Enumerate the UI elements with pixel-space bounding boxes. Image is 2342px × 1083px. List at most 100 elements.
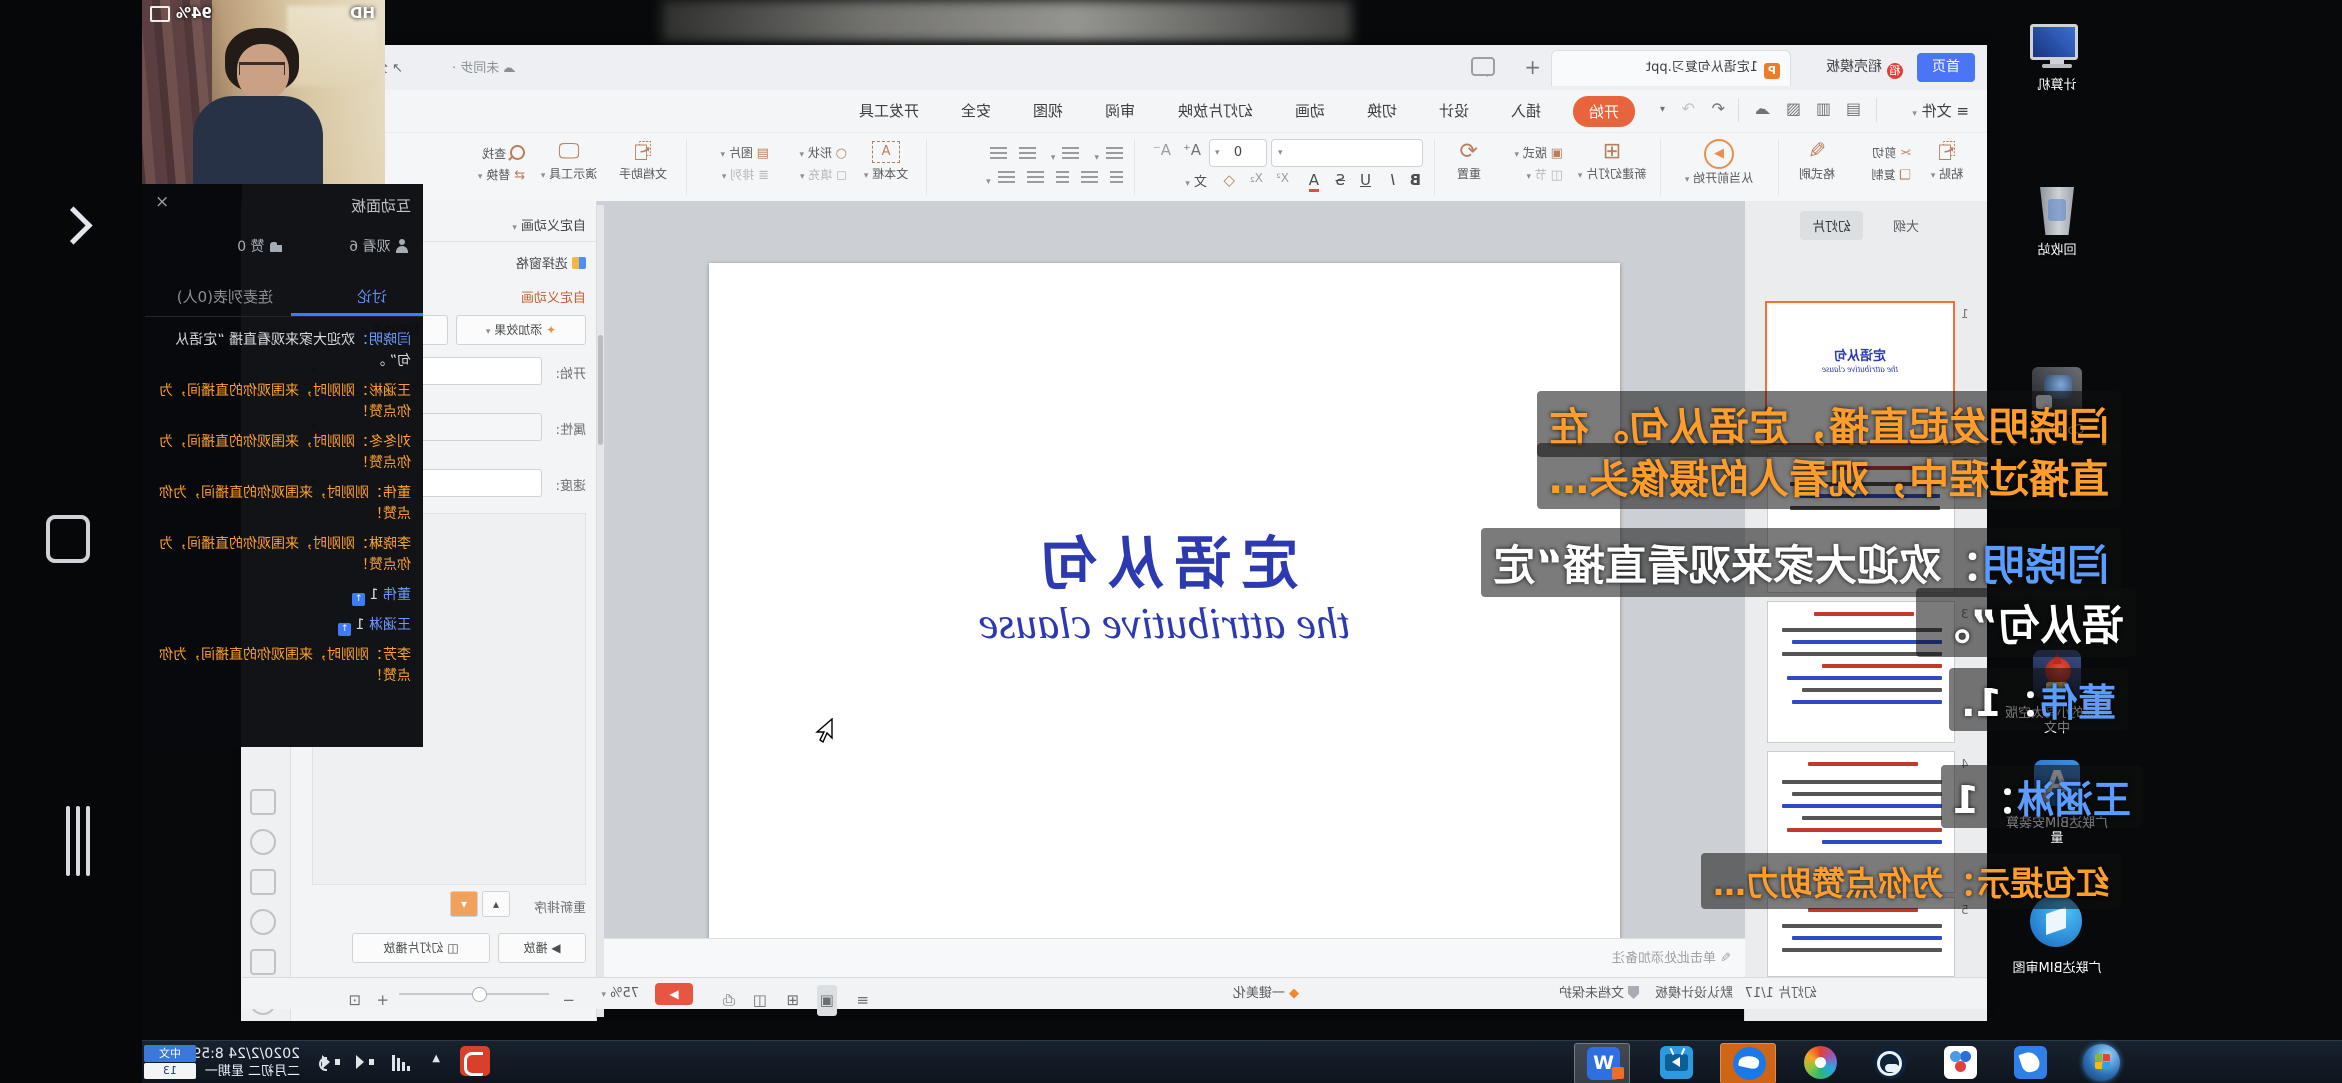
paste-button[interactable]: ⎗粘贴 ▾ xyxy=(1921,139,1973,182)
superscript-button[interactable]: X² xyxy=(1276,171,1289,185)
taskbar-app-360-browser[interactable] xyxy=(1792,1043,1846,1082)
network-icon[interactable] xyxy=(390,1055,410,1071)
save-icon[interactable]: ▤ xyxy=(1846,99,1861,118)
taskbar-app-dingtalk[interactable] xyxy=(1720,1043,1776,1083)
ribbon-tab-insert[interactable]: 插入 xyxy=(1511,100,1541,121)
reorder-up-button[interactable]: ▴ xyxy=(482,891,510,917)
bold-button[interactable]: B xyxy=(1410,171,1421,189)
close-icon[interactable]: × xyxy=(155,192,169,212)
italic-button[interactable]: I xyxy=(1391,171,1395,189)
fill-button[interactable]: ◻ 填充 ▾ xyxy=(800,167,847,185)
new-tab-button[interactable]: + xyxy=(1524,55,1541,79)
decrease-font-icon[interactable]: A⁻ xyxy=(1153,141,1171,159)
new-slide-button[interactable]: ⊞新建幻灯片 ▾ xyxy=(1573,139,1651,182)
slideshow-play-red-button[interactable]: ▶ xyxy=(655,983,693,1005)
template-name[interactable]: 默认设计模板 xyxy=(1655,978,1733,1009)
mute-speaker-icon[interactable] xyxy=(356,1055,374,1069)
desktop-icon-recycle-bin[interactable]: 回收站 xyxy=(2005,185,2109,258)
cloud-save-icon[interactable]: ☁ xyxy=(1755,99,1771,118)
zoom-in-button[interactable]: + xyxy=(376,985,389,1016)
slide-thumbnail-5[interactable] xyxy=(1767,897,1955,977)
ime-language-badge[interactable]: 中文 xyxy=(144,1045,196,1062)
textbox-button[interactable]: A 文本框 ▾ xyxy=(857,139,915,182)
underline-button[interactable]: U xyxy=(1360,171,1371,189)
feedback-balloon-icon[interactable] xyxy=(1471,57,1495,76)
taskbar-app-thunder[interactable] xyxy=(2002,1043,2056,1082)
play-button[interactable]: ▶ 播放 xyxy=(498,933,586,963)
timer-icon[interactable] xyxy=(250,909,276,935)
doc-assistant-button[interactable]: ⎗文档助手 xyxy=(611,139,675,182)
collapse-chevron-icon[interactable] xyxy=(54,206,92,244)
arrange-button[interactable]: ≣ 排列 ▾ xyxy=(722,167,769,185)
increase-font-icon[interactable]: A⁺ xyxy=(1183,141,1201,159)
find-button[interactable]: 查找 xyxy=(482,145,525,162)
normal-view-button[interactable]: ▣ xyxy=(817,985,837,1016)
subscript-button[interactable]: X₂ xyxy=(1250,171,1263,185)
image-button[interactable]: ▤ 图片 ▾ xyxy=(721,145,770,163)
font-name-combobox[interactable]: ▾ xyxy=(1271,139,1423,167)
preview-icon[interactable]: ▧ xyxy=(1786,99,1801,118)
format-painter-button[interactable]: ✎格式刷 xyxy=(1789,139,1845,182)
projector-icon[interactable]: ⎙ xyxy=(723,985,735,1016)
ribbon-tab-design[interactable]: 设计 xyxy=(1439,100,1469,121)
font-size-combobox[interactable]: 0▾ xyxy=(1209,139,1267,167)
tab-outline[interactable]: 大纲 xyxy=(1881,211,1931,240)
layout-button[interactable]: ▣ 版式 ▾ xyxy=(1515,145,1564,163)
home-tab-button[interactable]: 首页 xyxy=(1917,53,1975,82)
desktop-icon-computer[interactable]: 计算机 xyxy=(2005,20,2109,93)
effects-icon[interactable] xyxy=(250,829,276,855)
ribbon-tab-home[interactable]: 开始 xyxy=(1573,96,1635,127)
reorder-down-button[interactable]: ▾ xyxy=(450,891,478,917)
properties-icon[interactable] xyxy=(250,789,276,815)
ribbon-tab-review[interactable]: 审阅 xyxy=(1105,100,1135,121)
more-caret-icon[interactable]: ▾ xyxy=(1660,104,1665,115)
tab-discussion[interactable]: 讨论 xyxy=(357,286,387,307)
ribbon-tab-view[interactable]: 视图 xyxy=(1033,100,1063,121)
ribbon-tab-devtools[interactable]: 开发工具 xyxy=(859,100,919,121)
taskbar-app-qq-suite[interactable] xyxy=(1932,1043,1986,1082)
add-effect-button[interactable]: ✦ 添加效果 ▾ xyxy=(456,315,586,345)
bullet-numbering-row[interactable]: ▾ ▾ xyxy=(933,145,1123,164)
current-slide[interactable]: 定语从句 the attributive clause xyxy=(709,263,1620,975)
slideshow-play-button[interactable]: ◫ 幻灯片播放 xyxy=(352,933,490,963)
taskbar-app-browser-dark[interactable] xyxy=(1862,1043,1916,1082)
docer-template-tab[interactable]: 稻稻壳模板 xyxy=(1826,53,1903,82)
print-icon[interactable]: ▥ xyxy=(1816,99,1831,118)
tab-slides[interactable]: 幻灯片 xyxy=(1800,211,1863,240)
font-color-button[interactable]: A xyxy=(1309,171,1319,192)
notes-bar[interactable]: ✎ 单击此处添加备注 xyxy=(597,938,1745,979)
cut-button[interactable]: ✂ 剪切 xyxy=(1872,145,1911,162)
ribbon-tab-slideshow[interactable]: 幻灯片放映 xyxy=(1178,100,1253,121)
fit-slide-button[interactable]: ⊡ xyxy=(348,985,361,1016)
notes-toggle-icon[interactable]: ≡ xyxy=(856,985,869,1016)
reset-button[interactable]: ⟲重置 xyxy=(1445,139,1493,182)
start-button[interactable] xyxy=(2083,1044,2120,1081)
chart-icon[interactable] xyxy=(250,949,276,975)
replace-button[interactable]: ⇄ 替换 ▾ xyxy=(478,167,525,185)
ribbon-tab-transition[interactable]: 切换 xyxy=(1367,100,1397,121)
tray-red-app[interactable] xyxy=(454,1043,494,1082)
panel-toggle-icon[interactable] xyxy=(46,515,90,563)
taskbar-app-classroom[interactable] xyxy=(1648,1043,1702,1082)
document-tab[interactable]: P1定语从句复习.ppt xyxy=(1551,50,1791,86)
tab-mic-list[interactable]: 连麦列表(0人) xyxy=(177,286,273,307)
menu-file[interactable]: ≡ 文件 ▾ xyxy=(1912,100,1969,121)
present-tools-button[interactable]: 🖵演示工具 ▾ xyxy=(537,139,601,182)
zoom-out-button[interactable]: − xyxy=(562,985,575,1016)
section-button[interactable]: ◫ 节 ▾ xyxy=(1527,167,1564,185)
ribbon-tab-animation[interactable]: 动画 xyxy=(1295,100,1325,121)
zoom-percent[interactable]: 75% ▾ xyxy=(601,978,639,1011)
taskbar-app-wps[interactable]: W xyxy=(1574,1043,1630,1083)
reading-view-button[interactable]: ◫ xyxy=(753,985,767,1016)
undo-icon[interactable]: ↶ xyxy=(1712,99,1725,118)
volume-icon[interactable] xyxy=(322,1055,340,1069)
ribbon-tab-security[interactable]: 安全 xyxy=(961,100,991,121)
ime-secondary-badge[interactable]: 13 xyxy=(144,1063,196,1079)
media-icon[interactable] xyxy=(250,869,276,895)
shape-button[interactable]: ○ 形状 ▾ xyxy=(799,145,847,163)
chat-message-list[interactable]: 闫晓明：欢迎大家来观看直播 “定语从句” 。 王涵彬：刚刚时，来围观你的直播间，… xyxy=(159,330,411,696)
zoom-slider-thumb[interactable] xyxy=(472,987,487,1002)
phonetic-guide-button[interactable]: 文 ▾ xyxy=(1185,171,1207,190)
drag-handle-icon[interactable] xyxy=(60,806,90,878)
tray-clock[interactable]: 2020/2/24 8:59 二月初二 星期一 xyxy=(192,1045,300,1081)
